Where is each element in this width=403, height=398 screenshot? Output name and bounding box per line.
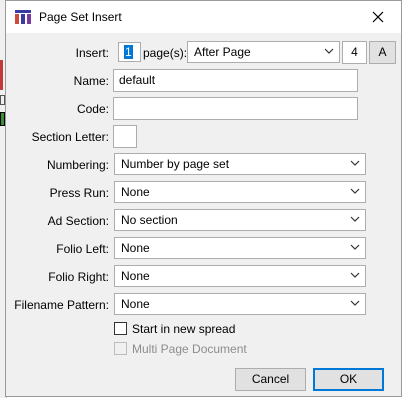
chevron-down-icon	[324, 48, 334, 54]
code-input[interactable]	[113, 97, 358, 120]
chevron-down-icon	[350, 188, 360, 194]
ad-section-value: No section	[121, 213, 178, 227]
close-button[interactable]	[355, 1, 401, 33]
chevron-down-icon	[350, 300, 360, 306]
name-label: Name:	[73, 74, 109, 88]
close-icon	[372, 11, 384, 23]
insert-count-value: 1	[124, 45, 133, 59]
press-run-select[interactable]: None	[114, 181, 366, 203]
folio-left-value: None	[121, 241, 150, 255]
ok-button[interactable]: OK	[313, 368, 384, 391]
folio-left-select[interactable]: None	[114, 237, 366, 259]
folio-right-value: None	[121, 269, 150, 283]
insert-count-input[interactable]: 1	[118, 42, 141, 62]
folio-right-label: Folio Right:	[48, 270, 109, 284]
background-marker	[0, 60, 3, 90]
insert-position-value: After Page	[194, 45, 251, 59]
title-bar: Page Set Insert	[6, 1, 401, 33]
chevron-down-icon	[350, 244, 360, 250]
filename-pattern-label: Filename Pattern:	[14, 298, 109, 312]
start-new-spread-checkbox[interactable]	[114, 322, 127, 335]
press-run-value: None	[121, 185, 150, 199]
ad-section-label: Ad Section:	[47, 214, 109, 228]
window-title: Page Set Insert	[39, 10, 122, 24]
chevron-down-icon	[350, 272, 360, 278]
cancel-button[interactable]: Cancel	[235, 368, 306, 391]
multi-page-document-label: Multi Page Document	[132, 342, 247, 356]
section-letter-input[interactable]	[113, 125, 137, 148]
numbering-select[interactable]: Number by page set	[114, 153, 366, 175]
insert-position-select[interactable]: After Page	[187, 41, 340, 63]
start-new-spread-label: Start in new spread	[132, 322, 236, 336]
chevron-down-icon	[350, 160, 360, 166]
app-grid-icon	[15, 10, 31, 24]
section-letter-label: Section Letter:	[31, 130, 109, 144]
multi-page-document-checkbox[interactable]	[114, 342, 127, 355]
folio-left-label: Folio Left:	[56, 242, 109, 256]
name-input[interactable]: default	[113, 69, 358, 92]
numbering-value: Number by page set	[121, 157, 230, 171]
pages-label: page(s):	[143, 46, 188, 60]
filename-pattern-value: None	[121, 297, 150, 311]
press-run-label: Press Run:	[49, 186, 109, 200]
code-label: Code:	[76, 102, 109, 116]
page-letter-button[interactable]: A	[369, 41, 396, 64]
chevron-down-icon	[350, 216, 360, 222]
numbering-label: Numbering:	[46, 158, 109, 172]
insert-label: Insert:	[75, 46, 109, 60]
page-number-input[interactable]: 4	[342, 41, 367, 64]
ad-section-select[interactable]: No section	[114, 209, 366, 231]
filename-pattern-select[interactable]: None	[114, 293, 366, 315]
folio-right-select[interactable]: None	[114, 265, 366, 287]
page-set-insert-dialog: Page Set Insert Insert: 1 page(s): After…	[5, 0, 402, 397]
